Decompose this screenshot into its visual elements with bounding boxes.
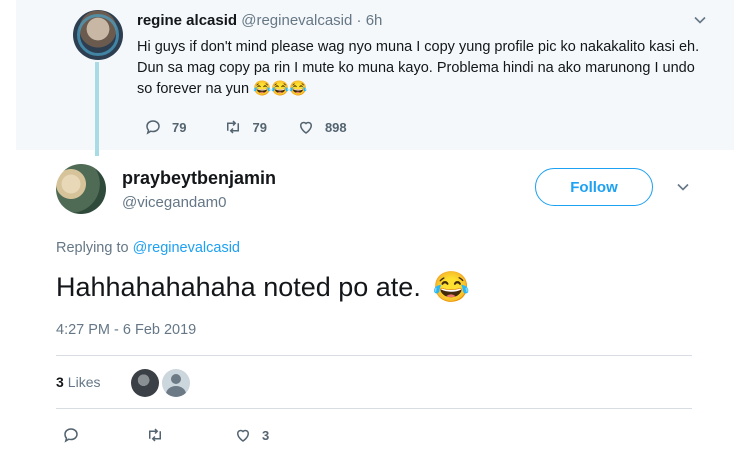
chevron-down-icon[interactable] — [676, 180, 690, 194]
parent-tweet-actions: 79 79 898 — [144, 118, 347, 136]
retweet-button[interactable]: 79 — [224, 118, 267, 136]
likes-number: 3 — [56, 374, 64, 390]
divider — [56, 355, 692, 356]
like-button[interactable]: 898 — [297, 118, 347, 136]
laughing-emoji-icon: 😂😂😂 — [253, 81, 308, 97]
avatar[interactable] — [73, 10, 123, 60]
tweet-timestamp[interactable]: 4:27 PM - 6 Feb 2019 — [56, 322, 196, 338]
reply-icon — [64, 428, 78, 443]
like-icon — [299, 121, 312, 134]
liker-avatar[interactable] — [131, 369, 159, 397]
laughing-emoji-icon: 😂 — [432, 270, 471, 304]
tweet-body: Hahhahahahaha noted po ate. — [56, 272, 421, 302]
replying-prefix: Replying to — [56, 240, 129, 256]
likes-label: Likes — [67, 374, 101, 390]
divider — [56, 408, 692, 409]
reply-icon — [146, 120, 160, 135]
like-icon — [236, 429, 250, 442]
parent-author-handle[interactable]: @reginevalcasid — [241, 12, 352, 29]
parent-tweet-time[interactable]: 6h — [366, 12, 383, 29]
liker-avatar-default[interactable] — [162, 369, 190, 397]
retweet-count: 79 — [252, 119, 267, 135]
parent-tweet-text: Hi guys if don't mind please wag nyo mun… — [137, 37, 707, 100]
tweet-actions: 3 — [62, 426, 269, 444]
chevron-down-icon[interactable] — [693, 13, 707, 27]
author-name[interactable]: praybeytbenjamin — [122, 168, 276, 189]
parent-author-name[interactable]: regine alcasid — [137, 12, 237, 29]
like-count: 3 — [262, 427, 270, 443]
reply-button[interactable] — [62, 426, 80, 444]
retweet-icon — [149, 428, 161, 442]
likes-summary[interactable]: 3 Likes — [56, 374, 100, 390]
parent-tweet[interactable]: regine alcasid @reginevalcasid · 6h Hi g… — [16, 0, 734, 156]
retweet-icon — [227, 120, 240, 134]
parent-tweet-header: regine alcasid @reginevalcasid · 6h — [137, 12, 382, 29]
tweet-text: Hahhahahahaha noted po ate. 😂 — [56, 272, 470, 303]
parent-tweet-body: Hi guys if don't mind please wag nyo mun… — [137, 39, 700, 97]
thread-line — [95, 62, 99, 156]
retweet-button[interactable] — [146, 426, 164, 444]
reply-button[interactable]: 79 — [144, 118, 186, 136]
replying-to-link[interactable]: @reginevalcasid — [133, 240, 240, 256]
like-count: 898 — [324, 119, 347, 135]
like-button[interactable]: 3 — [234, 426, 269, 444]
replying-to: Replying to @reginevalcasid — [56, 240, 240, 256]
author-handle[interactable]: @vicegandam0 — [122, 194, 226, 211]
follow-button[interactable]: Follow — [535, 168, 653, 206]
reply-count: 79 — [172, 119, 187, 135]
separator-dot: · — [356, 12, 362, 29]
avatar[interactable] — [56, 164, 106, 214]
